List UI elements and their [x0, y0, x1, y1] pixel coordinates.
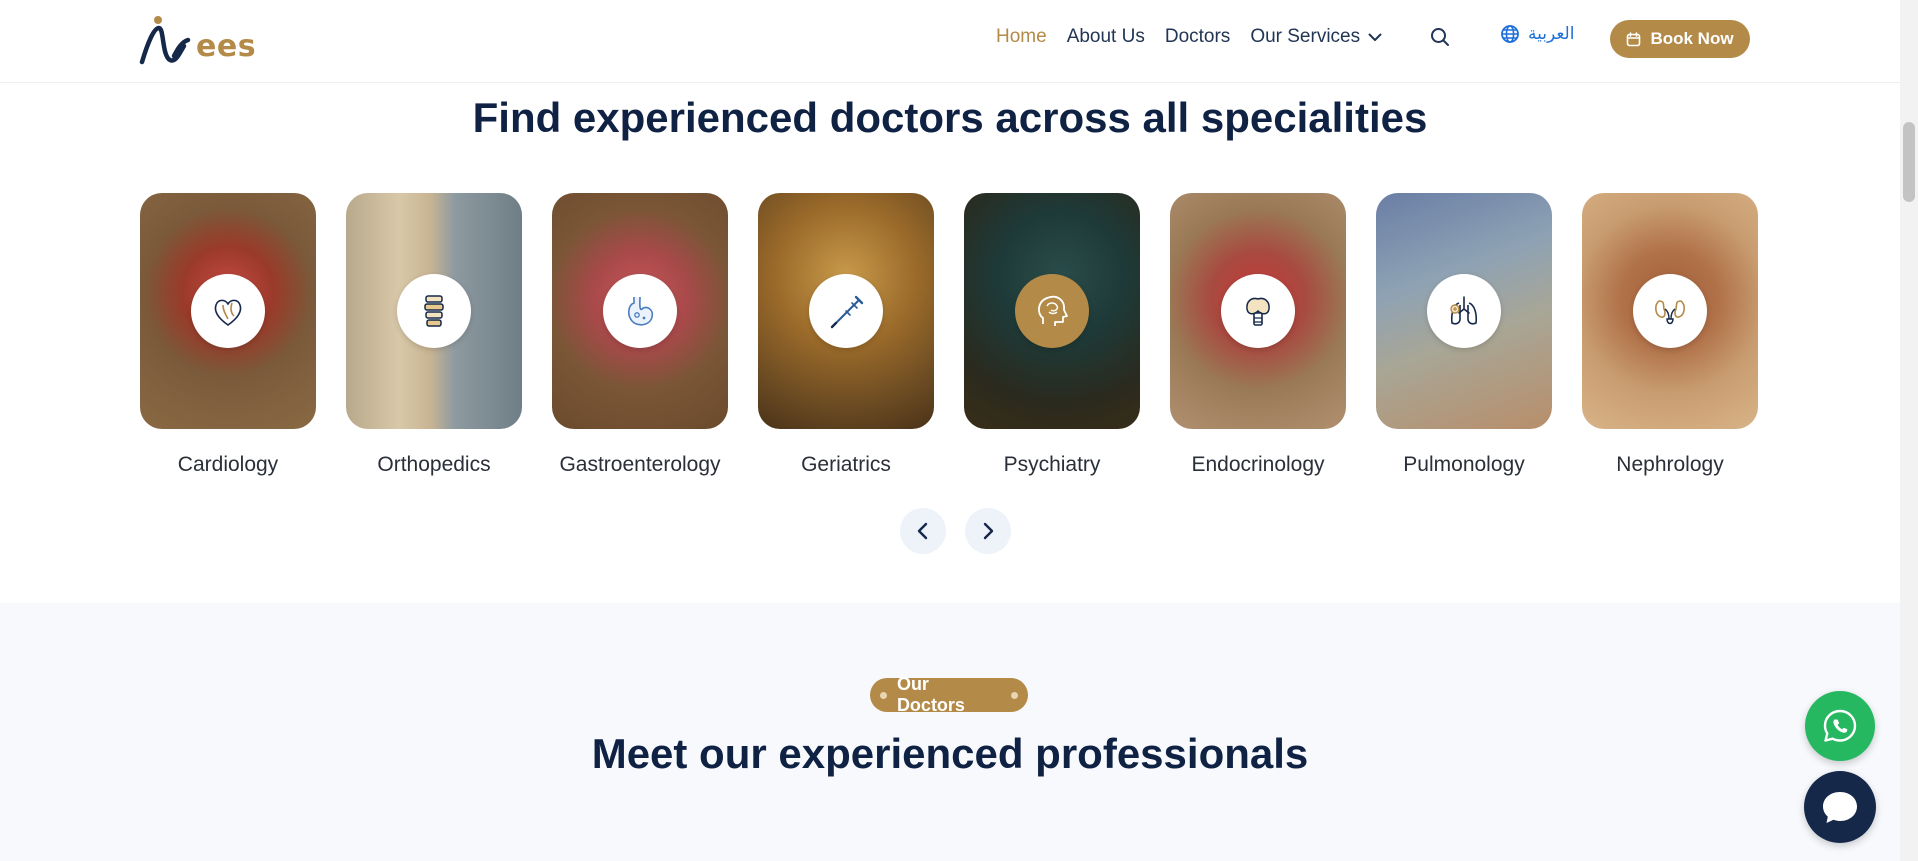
nav-about-us[interactable]: About Us: [1067, 26, 1145, 48]
logo-text: ees: [196, 29, 257, 64]
chevron-right-icon: [983, 522, 994, 540]
speciality-image: [1376, 193, 1552, 429]
speciality-label: Gastroenterology: [559, 453, 721, 476]
speciality-card-psychiatry[interactable]: Psychiatry: [964, 193, 1140, 477]
book-now-button[interactable]: Book Now: [1610, 20, 1750, 58]
nav-doctors[interactable]: Doctors: [1165, 26, 1230, 48]
speciality-image: [140, 193, 316, 429]
brain-head-icon: [1015, 274, 1089, 348]
badge-dot: [1011, 691, 1018, 699]
speciality-label: Nephrology: [1616, 453, 1724, 476]
thyroid-icon: [1221, 274, 1295, 348]
chat-bubble-icon: [1823, 792, 1857, 823]
stomach-icon: [603, 274, 677, 348]
spine-icon: [397, 274, 471, 348]
search-icon: [1431, 28, 1449, 46]
whatsapp-icon: [1823, 709, 1857, 742]
chat-button[interactable]: [1804, 771, 1876, 843]
nav-our-services[interactable]: Our Services: [1250, 26, 1382, 48]
speciality-image: [758, 193, 934, 429]
nav-our-services-label: Our Services: [1250, 26, 1361, 47]
heart-icon: [191, 274, 265, 348]
speciality-image: [552, 193, 728, 429]
speciality-label: Orthopedics: [377, 453, 491, 476]
main-nav: Home About Us Doctors Our Services: [996, 26, 1402, 48]
whatsapp-button[interactable]: [1805, 691, 1875, 761]
speciality-card-endocrinology[interactable]: Endocrinology: [1170, 193, 1346, 477]
carousel-prev-button[interactable]: [900, 508, 946, 554]
speciality-label: Psychiatry: [1003, 453, 1101, 476]
calendar-icon: [1627, 31, 1641, 46]
specialities-carousel: Cardiology Orthopedics Gastroenterology …: [140, 193, 1758, 477]
search-button[interactable]: [1429, 26, 1453, 50]
speciality-card-gastroenterology[interactable]: Gastroenterology: [552, 193, 728, 477]
kidneys-icon: [1633, 274, 1707, 348]
speciality-image: [964, 193, 1140, 429]
our-doctors-badge: Our Doctors: [870, 674, 1028, 715]
scrollbar-thumb[interactable]: [1903, 122, 1915, 202]
language-switcher[interactable]: العربية: [1500, 24, 1574, 44]
doctors-title: Meet our experienced professionals: [591, 730, 1309, 777]
logo-mark-icon: [139, 16, 191, 65]
speciality-label: Cardiology: [177, 453, 279, 476]
speciality-label: Pulmonology: [1403, 453, 1525, 476]
speciality-image: [346, 193, 522, 429]
book-now-label: Book Now: [1650, 29, 1734, 48]
speciality-card-pulmonology[interactable]: Pulmonology: [1376, 193, 1552, 477]
badge-label: Our Doctors: [896, 674, 965, 715]
crutch-icon: [809, 274, 883, 348]
site-header: ees Home About Us Doctors Our Services ا…: [0, 0, 1900, 83]
speciality-card-cardiology[interactable]: Cardiology: [140, 193, 316, 477]
badge-dot: [880, 691, 887, 699]
speciality-card-orthopedics[interactable]: Orthopedics: [346, 193, 522, 477]
nav-home[interactable]: Home: [996, 26, 1047, 48]
speciality-card-geriatrics[interactable]: Geriatrics: [758, 193, 934, 477]
specialities-title: Find experienced doctors across all spec…: [472, 94, 1428, 141]
speciality-image: [1582, 193, 1758, 429]
lungs-icon: [1427, 274, 1501, 348]
speciality-card-nephrology[interactable]: Nephrology: [1582, 193, 1758, 477]
carousel-next-button[interactable]: [965, 508, 1011, 554]
speciality-image: [1170, 193, 1346, 429]
chevron-down-icon: [1368, 33, 1382, 41]
speciality-label: Geriatrics: [801, 453, 891, 476]
chevron-left-icon: [917, 522, 928, 540]
speciality-label: Endocrinology: [1191, 453, 1325, 476]
language-label: العربية: [1528, 24, 1575, 44]
site-logo[interactable]: ees: [138, 12, 256, 68]
globe-icon: [1501, 25, 1519, 43]
